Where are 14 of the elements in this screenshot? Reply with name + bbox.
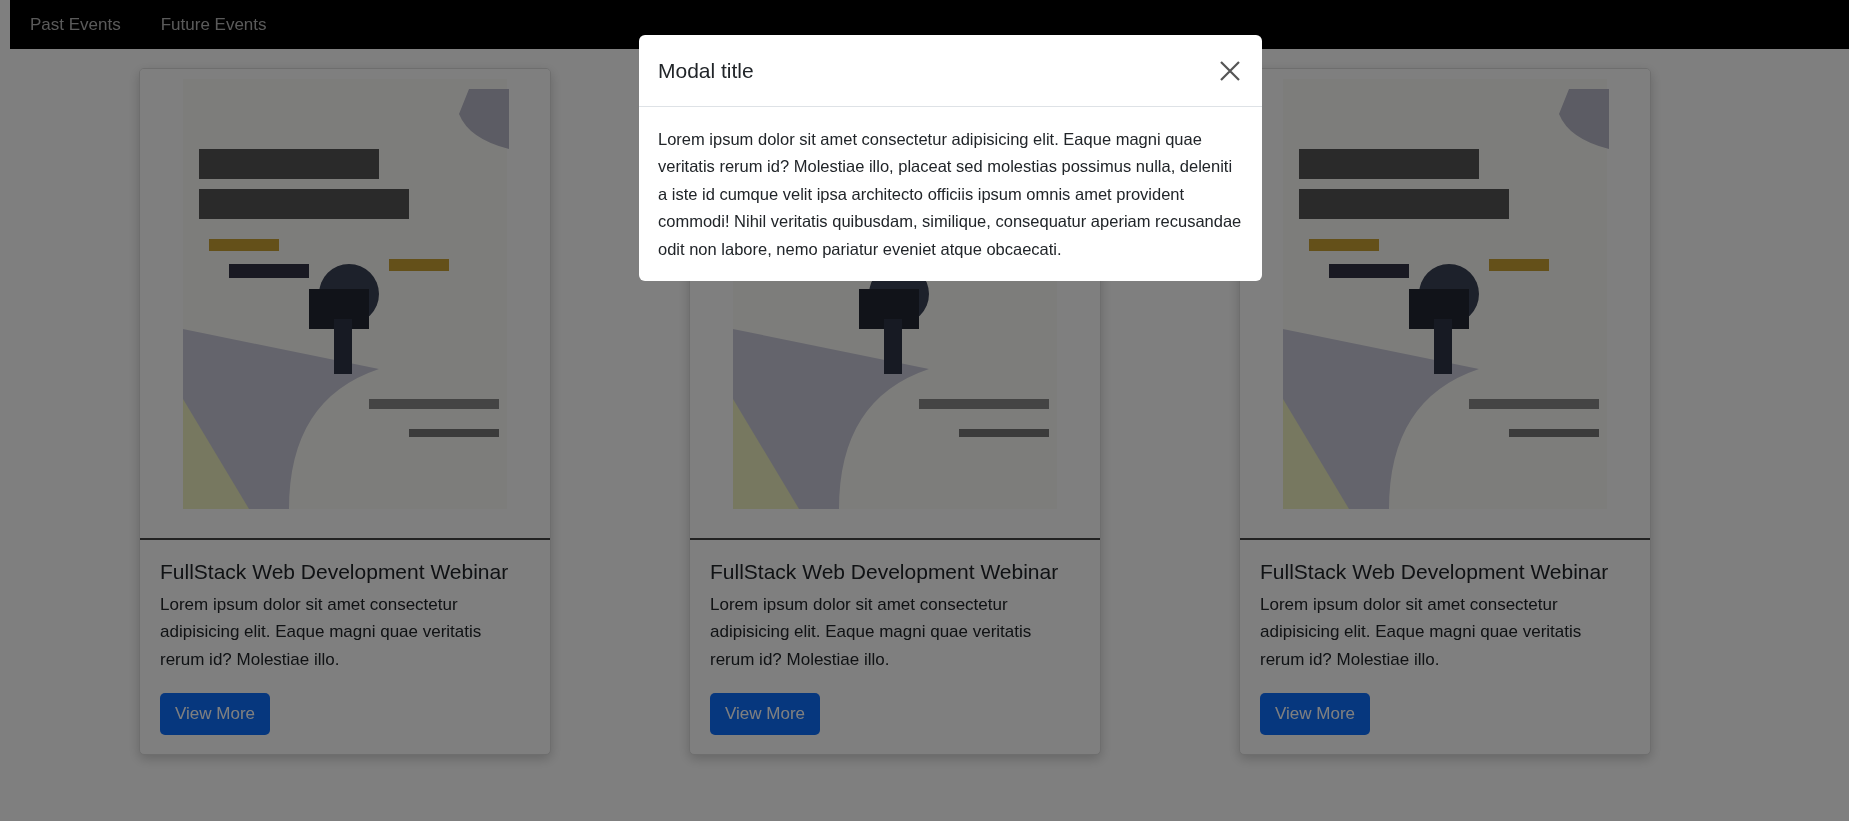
nav-link[interactable]: Past Events — [30, 14, 121, 35]
card-text: Lorem ipsum dolor sit amet consectetur adipisicing elit. Eaque magni quae veritatis rerum id? Molestiae illo. — [1260, 594, 1583, 671]
card-title: FullStack Web Development Webinar — [1260, 559, 1610, 585]
card-title: FullStack Web Development Webinar — [160, 559, 510, 585]
card-text: Lorem ipsum dolor sit amet consectetur adipisicing elit. Eaque magni quae veritatis rerum id? Molestiae illo. — [710, 594, 1033, 671]
card-text: Lorem ipsum dolor sit amet consectetur adipisicing elit. Eaque magni quae veritatis rerum id? Molestiae illo. — [160, 594, 483, 671]
view-more-button[interactable]: View More — [160, 692, 270, 735]
modal-title: Modal title — [658, 58, 754, 83]
nav-link[interactable]: Future Events — [160, 14, 267, 35]
close-icon — [1220, 60, 1240, 81]
view-more-button[interactable]: View More — [1260, 692, 1370, 735]
card-title: FullStack Web Development Webinar — [710, 559, 1060, 585]
modal-body-text: Lorem ipsum dolor sit amet consectetur adipisicing elit. Eaque magni quae veritatis rerum id? Molestiae illo, placeat sed molestias possimus nulla, deleniti a iste id cumque velit ipsa architecto officiis ipsum omnis amet provident commodi! Nihil veritatis quibusdam, similique, consequatur aperiam recusandae odit non labore, nemo pariatur eveniet atque obcaecati. — [657, 129, 1243, 260]
view-more-button[interactable]: View More — [710, 692, 820, 735]
